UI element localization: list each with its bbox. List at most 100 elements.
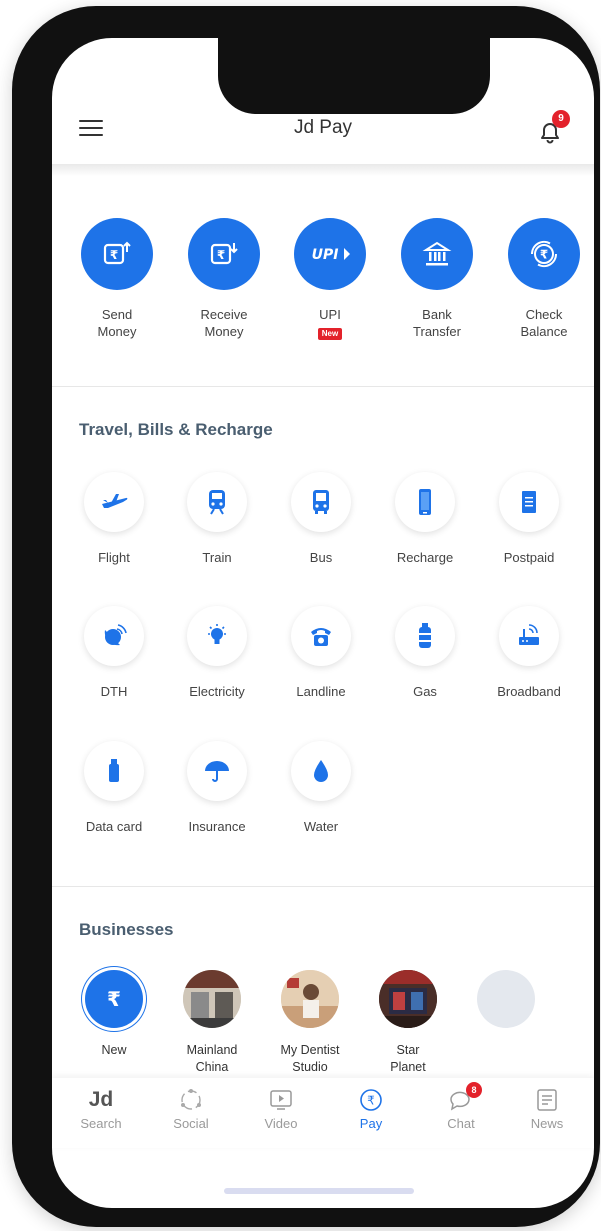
data-card-item[interactable]: Data card bbox=[62, 741, 166, 834]
business-label: Star bbox=[396, 1043, 420, 1057]
business-my-dentist-studio[interactable]: My Dentist Studio bbox=[260, 970, 360, 1076]
business-label: New bbox=[101, 1043, 127, 1057]
check-balance-label-2: Balance bbox=[520, 324, 568, 339]
bulb-icon bbox=[187, 606, 247, 666]
bank-transfer-label-2: Transfer bbox=[413, 324, 461, 339]
data-card-label: Data card bbox=[85, 819, 143, 834]
chat-badge: 8 bbox=[466, 1082, 482, 1098]
svg-text:₹: ₹ bbox=[540, 248, 548, 262]
new-badge: New bbox=[317, 328, 343, 340]
bus-item[interactable]: Bus bbox=[269, 472, 373, 565]
tab-pay-label: Pay bbox=[359, 1116, 383, 1131]
postpaid-item[interactable]: Postpaid bbox=[477, 472, 581, 565]
pay-icon: ₹ bbox=[360, 1089, 382, 1111]
electricity-label: Electricity bbox=[189, 684, 245, 699]
send-money-button[interactable]: ₹ Send Money bbox=[62, 218, 172, 340]
flight-item[interactable]: Flight bbox=[62, 472, 166, 565]
electricity-item[interactable]: Electricity bbox=[165, 606, 269, 699]
postpaid-label: Postpaid bbox=[503, 550, 555, 565]
send-money-label-2: Money bbox=[97, 324, 137, 339]
business-mainland-china[interactable]: Mainland China bbox=[162, 970, 262, 1076]
app-screen: Jd Pay 9 ₹ Send Money ₹ Receive Money UP… bbox=[52, 38, 594, 1208]
upi-logo-text: UPI bbox=[312, 247, 339, 263]
dth-label: DTH bbox=[100, 684, 128, 699]
gas-label: Gas bbox=[413, 684, 437, 699]
business-avatar bbox=[281, 970, 339, 1028]
video-icon bbox=[270, 1090, 292, 1110]
tab-social-label: Social bbox=[173, 1116, 209, 1131]
quick-actions: ₹ Send Money ₹ Receive Money UPI UPI New bbox=[52, 218, 594, 378]
business-star-planet[interactable]: Star Planet bbox=[358, 970, 458, 1076]
tab-chat-label: Chat bbox=[447, 1116, 475, 1131]
tab-news[interactable]: News bbox=[502, 1086, 592, 1131]
business-avatar-placeholder bbox=[477, 970, 535, 1028]
header-shadow bbox=[52, 164, 594, 176]
check-balance-label: Check bbox=[525, 307, 563, 322]
water-label: Water bbox=[303, 819, 339, 834]
section-divider-2 bbox=[52, 886, 594, 887]
tab-search[interactable]: Jd Search bbox=[56, 1086, 146, 1131]
tab-video[interactable]: Video bbox=[236, 1086, 326, 1131]
rupee-icon: ₹ bbox=[85, 970, 143, 1028]
page-title: Jd Pay bbox=[293, 117, 353, 138]
send-money-label: Send bbox=[101, 307, 133, 322]
train-item[interactable]: Train bbox=[165, 472, 269, 565]
gas-cylinder-icon bbox=[395, 606, 455, 666]
business-placeholder[interactable] bbox=[456, 970, 556, 1028]
flight-label: Flight bbox=[98, 550, 130, 565]
water-item[interactable]: Water bbox=[269, 741, 373, 834]
bank-transfer-button[interactable]: Bank Transfer bbox=[382, 218, 492, 340]
check-balance-button[interactable]: ₹ Check Balance bbox=[489, 218, 594, 340]
dth-dish-icon bbox=[84, 606, 144, 666]
svg-text:₹: ₹ bbox=[367, 1094, 375, 1108]
insurance-item[interactable]: Insurance bbox=[165, 741, 269, 834]
receive-money-button[interactable]: ₹ Receive Money bbox=[169, 218, 279, 340]
business-label-2: China bbox=[195, 1060, 229, 1074]
business-avatar bbox=[183, 970, 241, 1028]
dth-item[interactable]: DTH bbox=[62, 606, 166, 699]
tab-news-label: News bbox=[530, 1116, 564, 1131]
business-avatar bbox=[379, 970, 437, 1028]
receive-money-label-2: Money bbox=[204, 324, 244, 339]
water-drop-icon bbox=[291, 741, 351, 801]
insurance-label: Insurance bbox=[188, 819, 246, 834]
home-indicator[interactable] bbox=[224, 1188, 414, 1194]
phone-notch bbox=[218, 38, 490, 114]
social-icon bbox=[181, 1089, 201, 1110]
postpaid-bill-icon bbox=[499, 472, 559, 532]
receive-money-label: Receive bbox=[200, 307, 248, 322]
landline-label: Landline bbox=[296, 684, 346, 699]
broadband-item[interactable]: Broadband bbox=[477, 606, 581, 699]
businesses-section-title: Businesses bbox=[79, 920, 174, 939]
svg-text:₹: ₹ bbox=[110, 248, 118, 262]
business-label-2: Planet bbox=[390, 1060, 426, 1074]
business-label-2: Studio bbox=[292, 1060, 328, 1074]
phone-frame: Jd Pay 9 ₹ Send Money ₹ Receive Money UP… bbox=[12, 6, 600, 1227]
tab-video-label: Video bbox=[264, 1116, 298, 1131]
gas-item[interactable]: Gas bbox=[373, 606, 477, 699]
flight-icon bbox=[84, 472, 144, 532]
receive-money-icon: ₹ bbox=[188, 218, 260, 290]
train-icon bbox=[187, 472, 247, 532]
bottom-tab-bar: Jd Search Social Video ₹ Pay 8 Chat News bbox=[52, 1078, 594, 1148]
tab-pay[interactable]: ₹ Pay bbox=[326, 1086, 416, 1131]
business-new[interactable]: ₹ New bbox=[64, 970, 164, 1059]
train-label: Train bbox=[202, 550, 232, 565]
svg-text:₹: ₹ bbox=[217, 248, 225, 262]
business-label: My Dentist bbox=[280, 1043, 340, 1057]
router-icon bbox=[499, 606, 559, 666]
news-icon bbox=[537, 1089, 557, 1111]
recharge-item[interactable]: Recharge bbox=[373, 472, 477, 565]
check-balance-icon: ₹ bbox=[508, 218, 580, 290]
tab-social[interactable]: Social bbox=[146, 1086, 236, 1131]
landline-item[interactable]: Landline bbox=[269, 606, 373, 699]
tab-search-label: Search bbox=[80, 1116, 122, 1131]
travel-section-title: Travel, Bills & Recharge bbox=[79, 420, 273, 439]
bus-icon bbox=[291, 472, 351, 532]
upi-button[interactable]: UPI UPI New bbox=[275, 218, 385, 340]
tab-chat[interactable]: 8 Chat bbox=[416, 1082, 506, 1131]
mobile-recharge-icon bbox=[395, 472, 455, 532]
svg-text:₹: ₹ bbox=[107, 987, 121, 1011]
bus-label: Bus bbox=[309, 550, 333, 565]
section-divider bbox=[52, 386, 594, 387]
